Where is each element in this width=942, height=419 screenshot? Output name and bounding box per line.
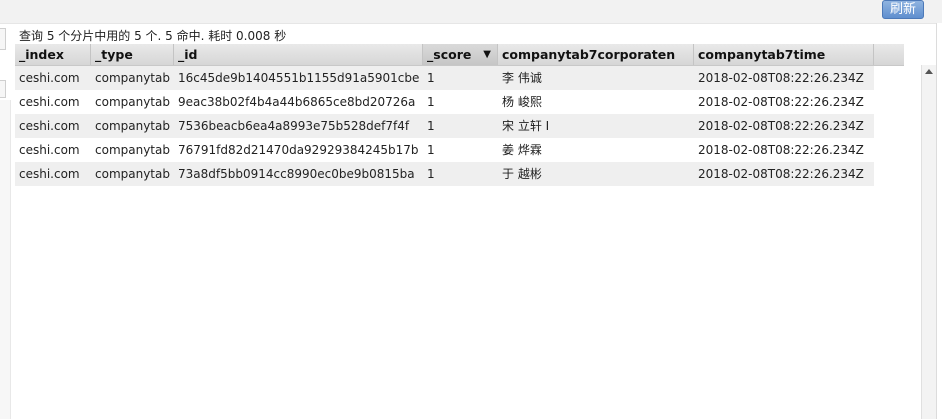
- top-toolbar: 刷新: [0, 0, 942, 24]
- cell-score: 1: [427, 167, 435, 181]
- cell-score: 1: [427, 95, 435, 109]
- cell-id: 76791fd82d21470da92929384245b17b: [178, 143, 419, 157]
- cell-time: 2018-02-08T08:22:26.234Z: [698, 71, 864, 85]
- cell-time: 2018-02-08T08:22:26.234Z: [698, 95, 864, 109]
- column-header-score[interactable]: _score ▼: [423, 44, 498, 65]
- cell-index: ceshi.com: [19, 95, 80, 109]
- scroll-up-icon[interactable]: [925, 69, 933, 74]
- cell-type: companytab: [95, 143, 170, 157]
- cell-score: 1: [427, 143, 435, 157]
- table-header-filler: [874, 44, 904, 66]
- table-row[interactable]: ceshi.com companytab 76791fd82d21470da92…: [15, 138, 874, 162]
- table-row[interactable]: ceshi.com companytab 16c45de9b1404551b11…: [15, 66, 874, 90]
- cell-id: 7536beacb6ea4a8993e75b528def7f4f: [178, 119, 410, 133]
- results-table: _index _type _id _score ▼ companytab7cor…: [15, 44, 874, 186]
- table-header: _index _type _id _score ▼ companytab7cor…: [15, 44, 874, 66]
- cell-corporaten: 宋 立轩 I: [502, 119, 550, 133]
- cell-id: 73a8df5bb0914cc8990ec0be9b0815ba: [178, 167, 415, 181]
- cell-index: ceshi.com: [19, 71, 80, 85]
- cell-corporaten: 于 越彬: [502, 167, 542, 181]
- column-header-type[interactable]: _type: [91, 44, 174, 65]
- cell-type: companytab: [95, 167, 170, 181]
- left-panel-input-edge[interactable]: [0, 28, 6, 50]
- cell-type: companytab: [95, 119, 170, 133]
- table-row[interactable]: ceshi.com companytab 73a8df5bb0914cc8990…: [15, 162, 874, 186]
- cell-score: 1: [427, 119, 435, 133]
- column-header-corporaten[interactable]: companytab7corporaten: [498, 44, 694, 65]
- query-summary: 查询 5 个分片中用的 5 个. 5 命中. 耗时 0.008 秒: [19, 29, 287, 43]
- cell-id: 9eac38b02f4b4a44b6865ce8bd20726a: [178, 95, 416, 109]
- cell-time: 2018-02-08T08:22:26.234Z: [698, 119, 864, 133]
- cell-type: companytab: [95, 95, 170, 109]
- column-header-id[interactable]: _id: [174, 44, 423, 65]
- column-header-time[interactable]: companytab7time: [694, 44, 874, 65]
- right-panel-edge: [936, 23, 942, 419]
- left-panel-edge: [0, 100, 11, 419]
- sort-descending-icon: ▼: [483, 49, 491, 60]
- cell-time: 2018-02-08T08:22:26.234Z: [698, 167, 864, 181]
- refresh-button[interactable]: 刷新: [882, 0, 924, 19]
- cell-id: 16c45de9b1404551b1155d91a5901cbe: [178, 71, 420, 85]
- vertical-scrollbar[interactable]: [921, 65, 936, 419]
- cell-type: companytab: [95, 71, 170, 85]
- left-panel-control-edge[interactable]: [0, 80, 6, 98]
- cell-index: ceshi.com: [19, 143, 80, 157]
- column-header-index[interactable]: _index: [15, 44, 91, 65]
- cell-score: 1: [427, 71, 435, 85]
- column-header-score-label: _score: [427, 47, 472, 62]
- table-row[interactable]: ceshi.com companytab 9eac38b02f4b4a44b68…: [15, 90, 874, 114]
- table-row[interactable]: ceshi.com companytab 7536beacb6ea4a8993e…: [15, 114, 874, 138]
- cell-index: ceshi.com: [19, 119, 80, 133]
- cell-corporaten: 李 伟诚: [502, 71, 542, 85]
- cell-corporaten: 姜 烨霖: [502, 143, 542, 157]
- cell-index: ceshi.com: [19, 167, 80, 181]
- cell-time: 2018-02-08T08:22:26.234Z: [698, 143, 864, 157]
- cell-corporaten: 杨 峻熙: [502, 95, 542, 109]
